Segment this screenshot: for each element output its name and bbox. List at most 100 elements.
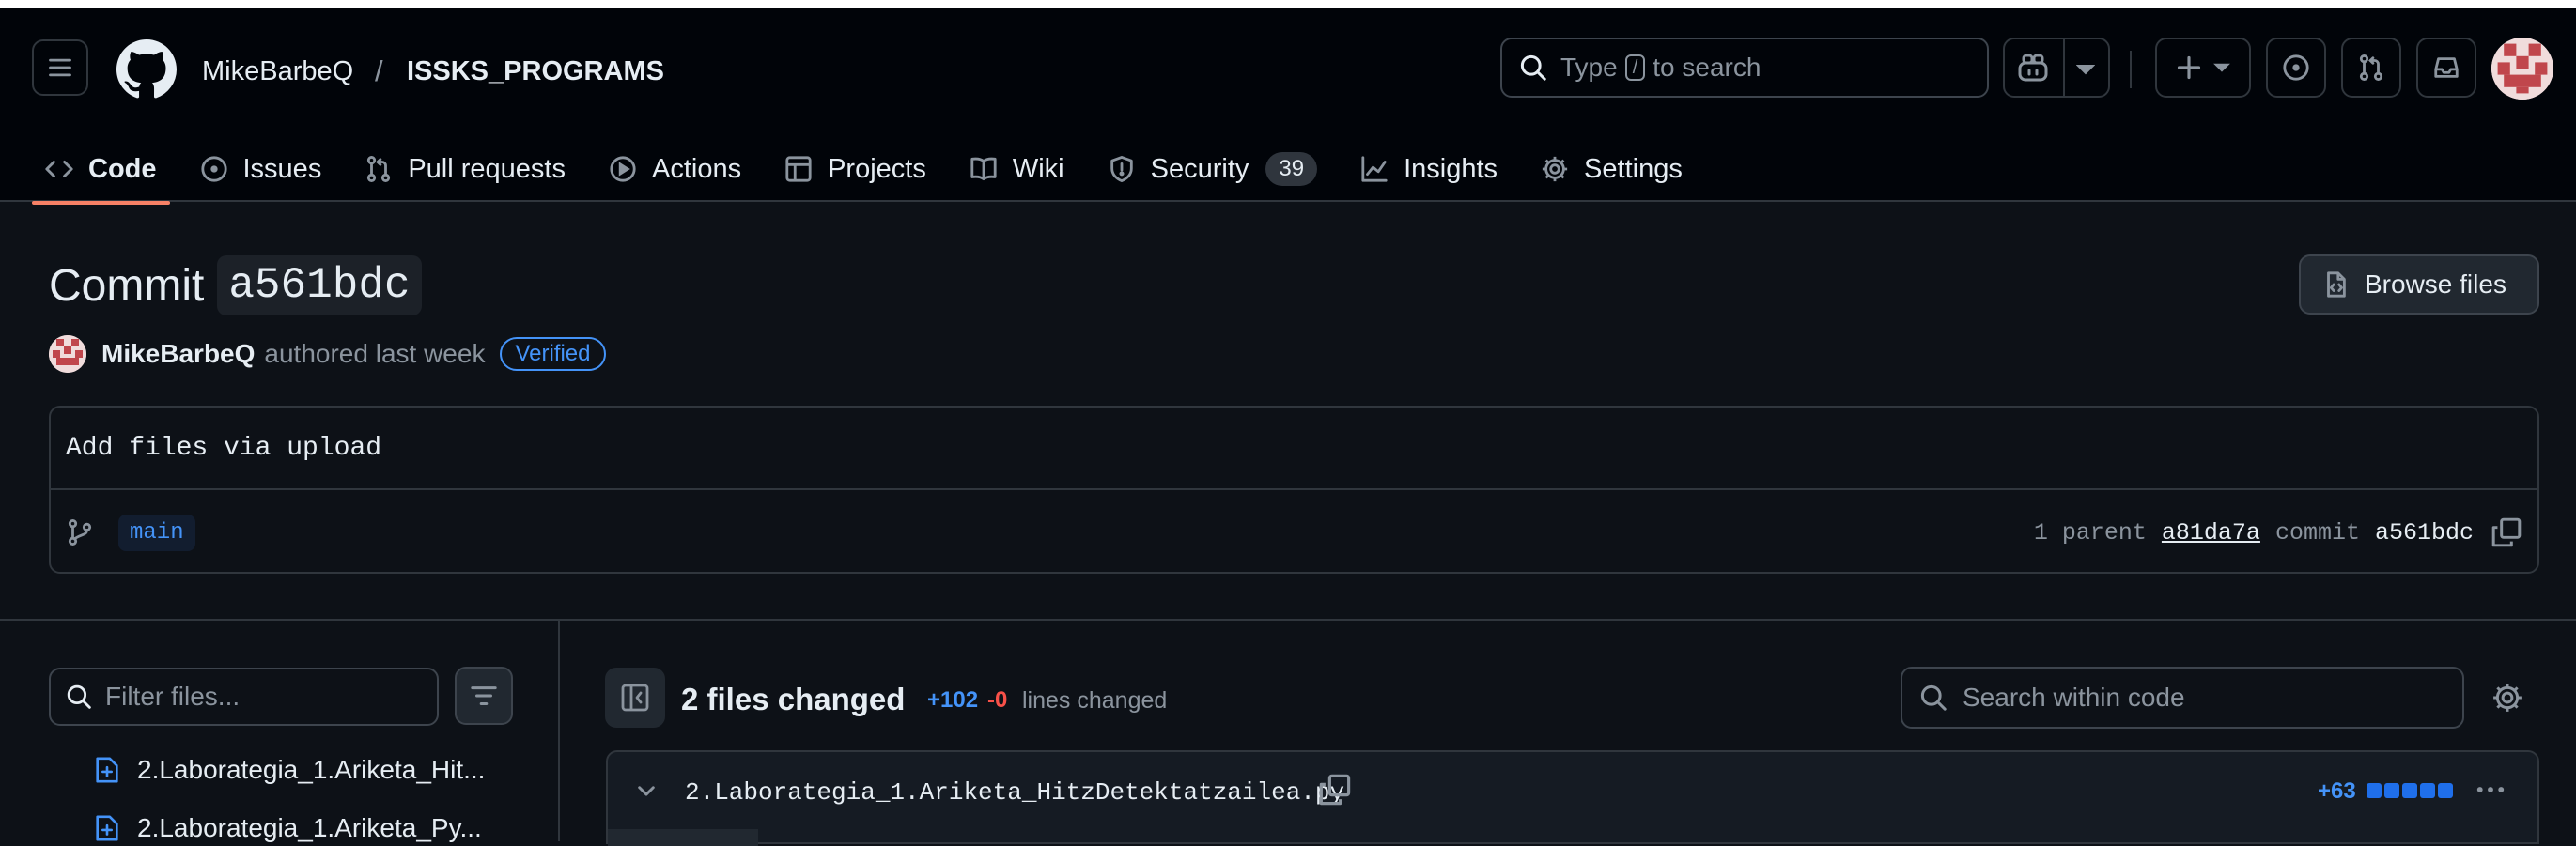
user-avatar[interactable] [2491, 38, 2553, 100]
git-pull-request-icon [2359, 54, 2383, 81]
tab-label: Actions [651, 153, 742, 184]
gear-icon [1542, 156, 1568, 182]
tab-projects[interactable]: Projects [771, 135, 939, 203]
filter-files-input[interactable]: Filter files... [49, 668, 439, 726]
pull-request-icon [367, 156, 391, 182]
tab-security[interactable]: Security 39 [1094, 135, 1330, 203]
browse-files-button[interactable]: Browse files [2299, 254, 2539, 315]
tab-insights[interactable]: Insights [1347, 135, 1511, 203]
commit-sha-badge: a561bdc [217, 255, 422, 315]
authored-time: authored last week [264, 339, 486, 368]
file-added-icon [96, 757, 118, 783]
file-code-icon [2327, 271, 2346, 298]
repo-nav-tabs: Code Issues Pull requests Actions Projec… [32, 135, 1713, 207]
tab-label: Insights [1404, 153, 1498, 184]
branch-badge[interactable]: main [118, 515, 195, 551]
diffstat-block [2402, 783, 2417, 798]
issue-opened-icon [2283, 54, 2309, 81]
diff-file-name[interactable]: 2.Laborategia_1.Ariketa_HitzDetektatzail… [685, 778, 1344, 807]
tab-label: Pull requests [408, 153, 566, 184]
copilot-divider [2063, 39, 2065, 96]
notifications-button[interactable] [2416, 38, 2476, 98]
file-additions-count: +63 [2318, 778, 2356, 804]
parent-sha-link[interactable]: a81da7a [2162, 519, 2260, 546]
create-new-button[interactable] [2155, 38, 2251, 98]
play-icon [610, 156, 636, 182]
search-within-code-input[interactable]: Search within code [1901, 667, 2464, 729]
commit-full-sha: a561bdc [2374, 518, 2474, 546]
copilot-icon [2018, 54, 2048, 82]
browse-files-label: Browse files [2365, 269, 2506, 299]
diffstat-block [2420, 783, 2435, 798]
filter-icon [471, 686, 497, 705]
verified-badge[interactable]: Verified [500, 337, 606, 371]
tab-settings[interactable]: Settings [1528, 135, 1696, 203]
tab-pull-requests[interactable]: Pull requests [351, 135, 579, 203]
identicon-avatar-icon [2491, 38, 2553, 100]
search-icon [1520, 54, 1546, 81]
search-prefix: Type [1560, 53, 1618, 82]
repo-link[interactable]: ISSKS_PROGRAMS [407, 56, 664, 87]
security-counter-badge: 39 [1265, 152, 1318, 186]
diffstat-block [2367, 783, 2382, 798]
repo-header: MikeBarbeQ / ISSKS_PROGRAMS Type / to se… [0, 8, 2576, 205]
file-tree-item[interactable]: 2.Laborategia_1.Ariketa_Hit... [94, 755, 485, 785]
your-issues-button[interactable] [2266, 38, 2326, 98]
tab-label: Code [88, 153, 157, 184]
code-icon [45, 161, 73, 177]
tab-label: Projects [828, 153, 926, 184]
issue-icon [200, 156, 227, 182]
book-icon [970, 157, 997, 181]
shield-icon [1110, 156, 1133, 182]
file-tree-label: 2.Laborategia_1.Ariketa_Hit... [137, 755, 486, 784]
filter-options-button[interactable] [455, 667, 513, 725]
tab-label: Security [1150, 153, 1249, 184]
tab-actions[interactable]: Actions [596, 135, 754, 203]
lines-changed-label: lines changed [1022, 687, 1168, 714]
files-changed-count: 2 files changed [681, 682, 906, 716]
table-icon [785, 156, 812, 182]
copilot-button[interactable] [2003, 38, 2110, 98]
menu-icon [49, 58, 71, 77]
file-tree-item[interactable]: 2.Laborategia_1.Ariketa_Py... [94, 813, 482, 843]
diff-settings-gear-icon[interactable] [2491, 682, 2523, 714]
github-logo-icon[interactable] [116, 39, 177, 100]
diff-file-header: 2.Laborategia_1.Ariketa_HitzDetektatzail… [606, 750, 2539, 846]
commit-heading: Commit a561bdc [49, 255, 422, 315]
chevron-down-icon[interactable] [634, 778, 659, 803]
inbox-icon [2434, 57, 2459, 78]
header-separator [2130, 51, 2132, 88]
chevron-down-icon [2213, 63, 2230, 72]
author-avatar[interactable] [49, 335, 86, 373]
file-tree-divider[interactable] [558, 621, 560, 841]
kebab-menu-icon[interactable] [2474, 773, 2507, 807]
diffstat-block [2438, 783, 2453, 798]
your-pull-requests-button[interactable] [2341, 38, 2401, 98]
sidebar-collapse-icon [621, 684, 649, 712]
global-search-input[interactable]: Type / to search [1500, 38, 1989, 98]
chevron-down-icon[interactable] [2076, 63, 2095, 76]
copy-icon[interactable] [2491, 516, 2522, 548]
tab-label: Issues [242, 153, 322, 184]
code-search-placeholder: Search within code [1963, 683, 2185, 712]
deletions-count: -0 [987, 687, 1008, 713]
file-added-icon [96, 815, 118, 841]
author-link[interactable]: MikeBarbeQ [101, 339, 255, 369]
filter-placeholder: Filter files... [105, 682, 241, 711]
commit-box-divider [51, 488, 2537, 490]
commit-author-row: MikeBarbeQ authored last week Verified [49, 335, 606, 373]
tab-wiki[interactable]: Wiki [956, 135, 1078, 203]
commit-message-box: Add files via upload main 1 parent a81da… [49, 406, 2539, 574]
commit-label: commit [2274, 518, 2360, 546]
copy-icon[interactable] [1318, 773, 1352, 807]
toggle-file-tree-button[interactable] [605, 668, 665, 728]
tab-issues[interactable]: Issues [187, 135, 335, 203]
commit-message: Add files via upload [66, 434, 382, 463]
owner-link[interactable]: MikeBarbeQ [202, 56, 353, 87]
plus-icon [2177, 55, 2201, 80]
file-tree-label: 2.Laborategia_1.Ariketa_Py... [137, 813, 482, 842]
tab-code[interactable]: Code [32, 135, 170, 205]
search-shortcut-key: / [1624, 54, 1646, 81]
parent-label: 1 parent [2033, 518, 2147, 546]
hamburger-menu-button[interactable] [32, 39, 88, 96]
